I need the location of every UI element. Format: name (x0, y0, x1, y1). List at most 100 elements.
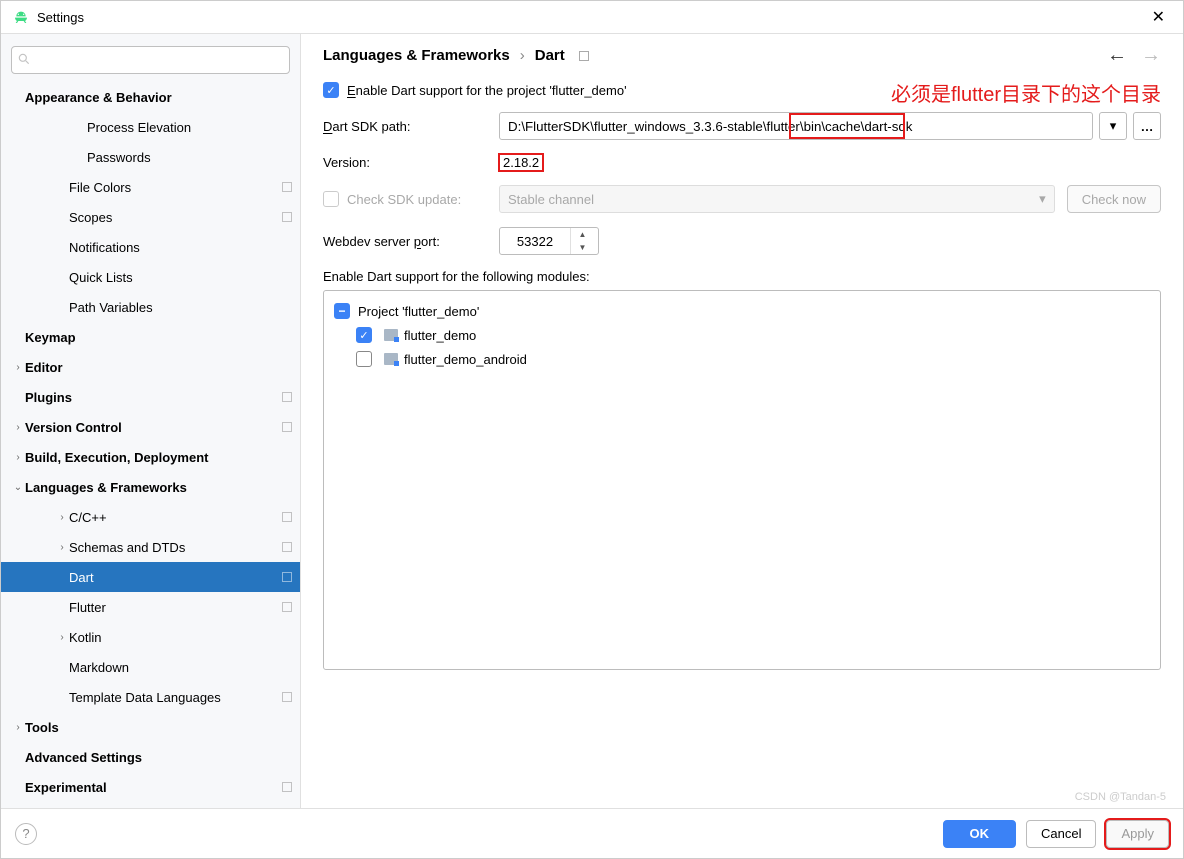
search-input[interactable] (11, 46, 290, 74)
version-value: 2.18.2 (499, 154, 543, 171)
sidebar-item-label: Template Data Languages (69, 690, 282, 705)
sidebar-item-kotlin[interactable]: ›Kotlin (1, 622, 300, 652)
sdk-path-dropdown[interactable]: ▾ (1099, 112, 1127, 140)
sidebar-item-notifications[interactable]: Notifications (1, 232, 300, 262)
project-scope-icon (282, 212, 292, 222)
settings-sidebar: Appearance & Behavior Process Elevation Pa… (1, 34, 301, 808)
sidebar-item-build-execution-deployment[interactable]: ›Build, Execution, Deployment (1, 442, 300, 472)
project-scope-icon (282, 422, 292, 432)
module-icon (384, 329, 398, 341)
cancel-button[interactable]: Cancel (1026, 820, 1096, 848)
stepper-down-icon[interactable]: ▼ (571, 241, 594, 254)
project-checkbox[interactable]: − (334, 303, 350, 319)
version-label: Version: (323, 155, 499, 170)
sidebar-item-version-control[interactable]: ›Version Control (1, 412, 300, 442)
module-name: flutter_demo (404, 328, 476, 343)
sidebar-item-label: Flutter (69, 600, 282, 615)
sidebar-item-label: Editor (25, 360, 300, 375)
project-scope-icon (282, 182, 292, 192)
sidebar-item-label: Notifications (69, 240, 300, 255)
tree-arrow-icon: › (55, 512, 69, 523)
project-scope-icon (282, 782, 292, 792)
sidebar-item-label: Languages & Frameworks (25, 480, 300, 495)
tree-arrow-icon: › (11, 362, 25, 373)
sidebar-item-dart[interactable]: Dart (1, 562, 300, 592)
sidebar-item-label: Dart (69, 570, 282, 585)
sidebar-item-label: Plugins (25, 390, 282, 405)
sidebar-item-path-variables[interactable]: Path Variables (1, 292, 300, 322)
module-icon (384, 353, 398, 365)
sidebar-item-label: Scopes (69, 210, 282, 225)
sidebar-item-editor[interactable]: ›Editor (1, 352, 300, 382)
sidebar-item-scopes[interactable]: Scopes (1, 202, 300, 232)
enable-dart-label: Enable Dart support for the project 'flu… (347, 83, 627, 98)
sidebar-item-quick-lists[interactable]: Quick Lists (1, 262, 300, 292)
module-row[interactable]: ✓ flutter_demo (334, 323, 1150, 347)
sidebar-item-appearance-behavior[interactable]: Appearance & Behavior (1, 82, 300, 112)
stepper-up-icon[interactable]: ▲ (571, 228, 594, 241)
project-scope-icon (579, 51, 589, 61)
sidebar-item-label: Build, Execution, Deployment (25, 450, 300, 465)
sidebar-item-label: Passwords (87, 150, 300, 165)
sidebar-item-keymap[interactable]: Keymap (1, 322, 300, 352)
tree-arrow-icon: › (55, 542, 69, 553)
sidebar-item-process-elevation[interactable]: Process Elevation (1, 112, 300, 142)
sidebar-item-plugins[interactable]: Plugins (1, 382, 300, 412)
sidebar-item-label: Keymap (25, 330, 300, 345)
breadcrumb-parent[interactable]: Languages & Frameworks (323, 47, 510, 64)
sidebar-item-tools[interactable]: ›Tools (1, 712, 300, 742)
module-name: flutter_demo_android (404, 352, 527, 367)
tree-arrow-icon: › (55, 632, 69, 643)
close-icon[interactable]: ✕ (1146, 7, 1171, 27)
sidebar-item-flutter[interactable]: Flutter (1, 592, 300, 622)
sidebar-item-label: Tools (25, 720, 300, 735)
modules-tree[interactable]: − Project 'flutter_demo' ✓ flutter_demofl… (323, 290, 1161, 670)
breadcrumb-leaf: Dart (535, 47, 565, 64)
annotation-text: 必须是flutter目录下的这个目录 (891, 78, 1161, 107)
tree-arrow-icon: › (11, 452, 25, 463)
ok-button[interactable]: OK (943, 820, 1017, 848)
sdk-path-browse-button[interactable]: … (1133, 112, 1161, 140)
module-checkbox[interactable] (356, 351, 372, 367)
sidebar-item-schemas-and-dtds[interactable]: ›Schemas and DTDs (1, 532, 300, 562)
title-bar: Settings ✕ (1, 1, 1183, 34)
project-scope-icon (282, 542, 292, 552)
sidebar-item-advanced-settings[interactable]: Advanced Settings (1, 742, 300, 772)
tree-arrow-icon: ⌄ (11, 482, 25, 493)
enable-dart-checkbox[interactable]: ✓ (323, 82, 339, 98)
project-scope-icon (282, 392, 292, 402)
module-checkbox[interactable]: ✓ (356, 327, 372, 343)
sidebar-item-markdown[interactable]: Markdown (1, 652, 300, 682)
check-now-button: Check now (1067, 185, 1161, 213)
sidebar-item-template-data-languages[interactable]: Template Data Languages (1, 682, 300, 712)
settings-main: Languages & Frameworks › Dart ← → 必须是flu… (301, 34, 1183, 808)
sidebar-item-label: File Colors (69, 180, 282, 195)
sidebar-item-label: Experimental (25, 780, 282, 795)
window-title: Settings (37, 10, 1146, 25)
sidebar-item-label: Quick Lists (69, 270, 300, 285)
modules-label: Enable Dart support for the following mo… (323, 269, 1161, 284)
back-icon[interactable]: ← (1107, 44, 1127, 67)
project-label: Project 'flutter_demo' (358, 304, 479, 319)
check-sdk-update-checkbox (323, 191, 339, 207)
webdev-port-stepper[interactable]: ▲▼ (499, 227, 599, 255)
forward-icon[interactable]: → (1141, 44, 1161, 67)
sdk-path-input[interactable] (499, 112, 1093, 140)
settings-tree[interactable]: Appearance & Behavior Process Elevation Pa… (1, 82, 300, 808)
check-sdk-update-label: Check SDK update: (347, 192, 499, 207)
sidebar-item-experimental[interactable]: Experimental (1, 772, 300, 802)
webdev-port-input[interactable] (500, 234, 570, 249)
project-scope-icon (282, 602, 292, 612)
channel-select: Stable channel ▾ (499, 185, 1055, 213)
apply-button[interactable]: Apply (1106, 820, 1169, 848)
module-row[interactable]: flutter_demo_android (334, 347, 1150, 371)
sidebar-item-label: Appearance & Behavior (25, 90, 300, 105)
sidebar-item-c-c-[interactable]: ›C/C++ (1, 502, 300, 532)
sidebar-item-file-colors[interactable]: File Colors (1, 172, 300, 202)
sidebar-item-passwords[interactable]: Passwords (1, 142, 300, 172)
project-scope-icon (282, 692, 292, 702)
help-icon[interactable]: ? (15, 823, 37, 845)
sidebar-item-label: Path Variables (69, 300, 300, 315)
sidebar-item-label: Kotlin (69, 630, 300, 645)
sidebar-item-languages-frameworks[interactable]: ⌄Languages & Frameworks (1, 472, 300, 502)
